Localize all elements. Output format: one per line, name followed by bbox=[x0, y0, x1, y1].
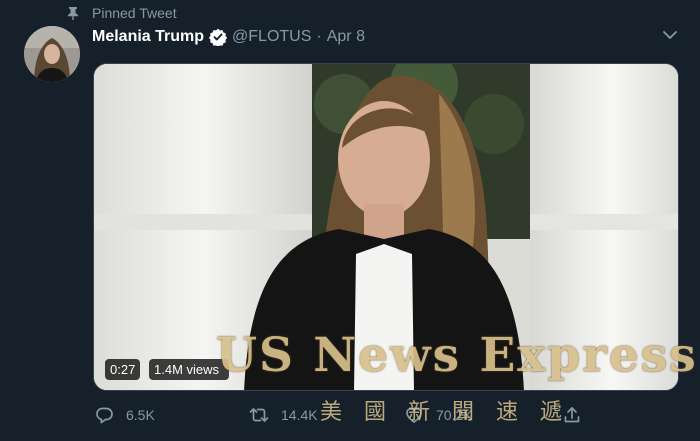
retweet-count: 14.4K bbox=[281, 407, 318, 423]
reply-button[interactable]: 6.5K bbox=[94, 400, 155, 430]
display-name[interactable]: Melania Trump bbox=[92, 28, 204, 46]
separator-dot: · bbox=[316, 28, 322, 45]
retweet-button[interactable]: 14.4K bbox=[249, 400, 318, 430]
news-watermark-chinese: 美國新聞速遞 bbox=[320, 400, 585, 425]
reply-icon bbox=[96, 407, 113, 424]
reply-count: 6.5K bbox=[126, 407, 155, 423]
news-watermark: US News Express bbox=[216, 328, 698, 383]
tweet-header: Melania Trump @FLOTUS · Apr 8 bbox=[92, 26, 365, 48]
tweet-date[interactable]: Apr 8 bbox=[327, 28, 365, 46]
pinned-tweet-indicator: Pinned Tweet bbox=[66, 3, 177, 23]
verified-badge-icon bbox=[209, 28, 228, 46]
pinned-tweet-label: Pinned Tweet bbox=[92, 5, 177, 21]
avatar[interactable] bbox=[24, 26, 80, 82]
chevron-down-icon[interactable] bbox=[662, 28, 678, 42]
retweet-icon bbox=[249, 408, 269, 422]
pin-icon bbox=[68, 7, 78, 20]
user-handle[interactable]: @FLOTUS bbox=[232, 28, 311, 46]
video-duration: 0:27 bbox=[105, 359, 141, 380]
